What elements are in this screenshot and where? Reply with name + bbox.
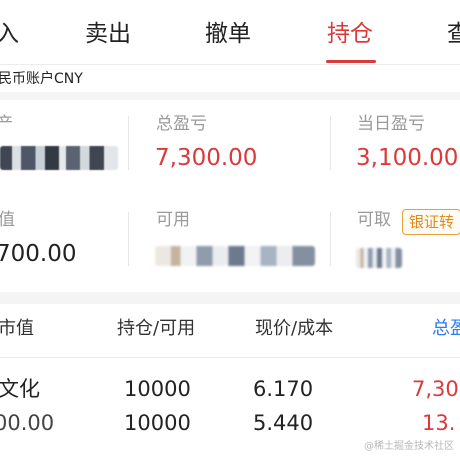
account-currency-label: 民币账户CNY xyxy=(0,71,83,87)
market-value-value: 700.00 xyxy=(0,241,77,267)
total-pl-value: 7,300.00 xyxy=(155,145,258,171)
stock-name: 文化 xyxy=(0,377,40,401)
header-price-cost[interactable]: 现价/成本 xyxy=(255,316,333,342)
market-value-label: 值 xyxy=(0,210,15,230)
cost-price: 5.440 xyxy=(253,411,314,435)
section-spacer xyxy=(0,292,460,304)
column-divider xyxy=(330,212,331,266)
table-divider xyxy=(0,357,460,358)
withdrawable-redacted xyxy=(356,248,402,268)
tabs-divider xyxy=(0,64,460,65)
tab-buy[interactable]: 入 xyxy=(0,16,19,52)
trade-tab-bar: 入 卖出 撤单 持仓 查 xyxy=(0,0,460,64)
available-funds-redacted xyxy=(155,246,315,266)
section-spacer xyxy=(0,92,460,100)
daily-pl-label: 当日盈亏 xyxy=(357,114,425,134)
total-pl-amount: 7,30 xyxy=(412,377,459,401)
position-quantity: 10000 xyxy=(124,377,191,401)
daily-pl-value: 3,100.00 xyxy=(356,145,459,171)
total-pl-percent: 13. xyxy=(422,411,456,435)
active-tab-indicator xyxy=(326,60,376,63)
header-position-available[interactable]: 持仓/可用 xyxy=(117,316,195,342)
tab-cancel-order[interactable]: 撤单 xyxy=(205,16,251,52)
tab-positions[interactable]: 持仓 xyxy=(327,16,373,52)
withdrawable-label: 可取 xyxy=(357,210,391,230)
available-quantity: 10000 xyxy=(124,411,191,435)
column-divider xyxy=(128,212,129,266)
current-price: 6.170 xyxy=(253,377,314,401)
watermark: @稀土掘金技术社区 xyxy=(364,441,454,452)
total-pl-label: 总盈亏 xyxy=(156,114,207,134)
column-divider xyxy=(128,116,129,170)
tab-sell[interactable]: 卖出 xyxy=(85,16,131,52)
total-assets-redacted xyxy=(0,146,118,170)
available-funds-label: 可用 xyxy=(156,210,190,230)
holdings-page: 入 卖出 撤单 持仓 查 民币账户CNY 产 总盈亏 7,300.00 当日盈亏… xyxy=(0,0,460,460)
market-value-amount: 00.00 xyxy=(0,411,55,435)
header-market-value[interactable]: 市值 xyxy=(0,316,34,342)
total-assets-label: 产 xyxy=(0,114,13,134)
header-total-pl[interactable]: 总盈 xyxy=(432,316,460,342)
column-divider xyxy=(330,116,331,170)
bank-securities-transfer-button[interactable]: 银证转 xyxy=(402,209,460,235)
tab-query[interactable]: 查 xyxy=(447,16,460,52)
